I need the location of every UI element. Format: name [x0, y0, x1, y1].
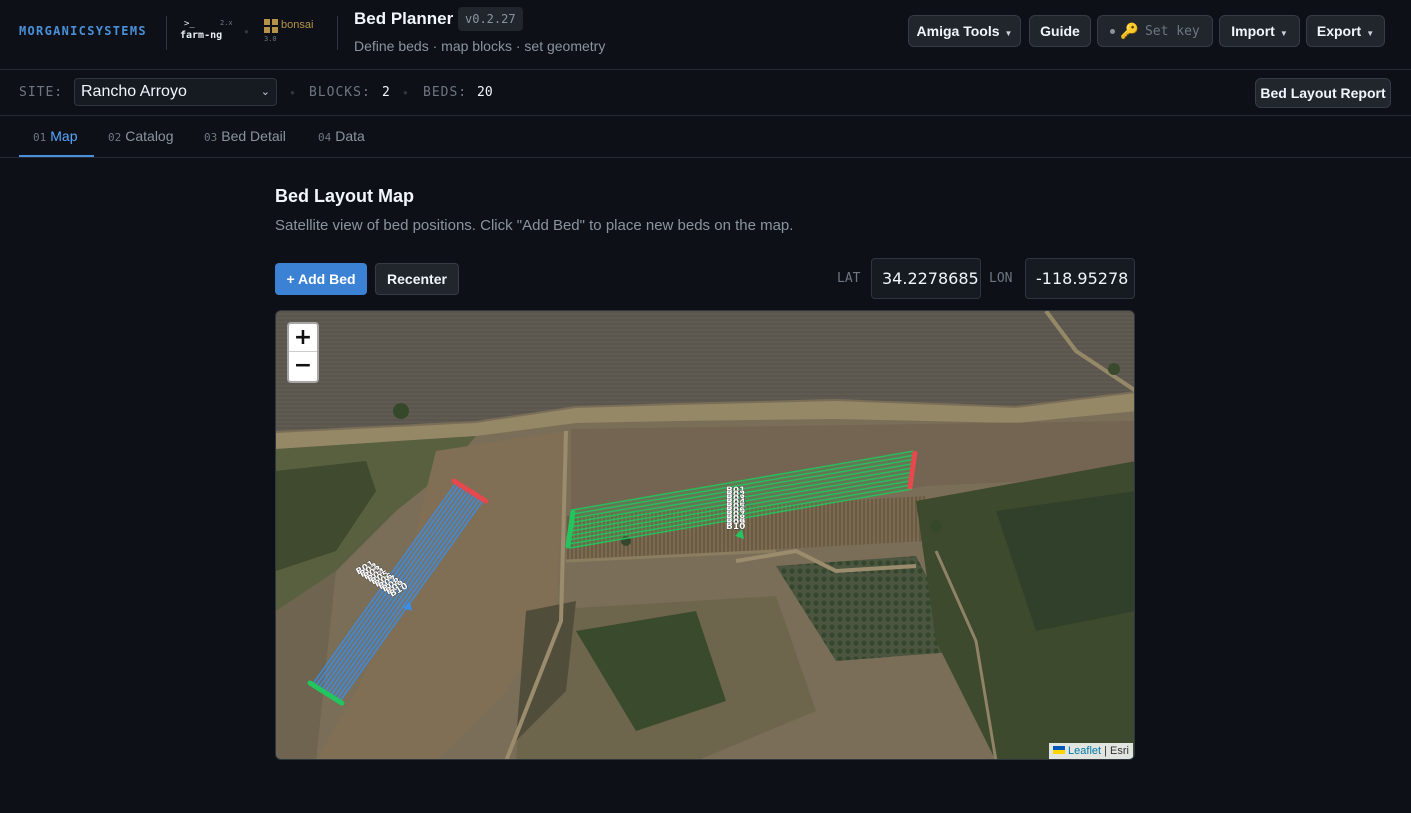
tab-bar: 01 Map 02 Catalog 03 Bed Detail 04 Data: [0, 116, 1411, 158]
site-label: SITE:: [19, 85, 64, 100]
tab-label: Bed Detail: [221, 128, 286, 144]
tab-number: 02: [108, 131, 122, 144]
beds-label: BEDS:: [423, 85, 468, 100]
section-title: Bed Layout Map: [275, 186, 415, 206]
terminal-icon: >_: [184, 19, 195, 29]
leaflet-link[interactable]: Leaflet: [1068, 745, 1101, 757]
recenter-button[interactable]: Recenter: [375, 263, 459, 295]
lon-input[interactable]: -118.95278: [1025, 258, 1135, 299]
tab-number: 04: [318, 131, 332, 144]
caret-down-icon: ▼: [1004, 29, 1013, 38]
key-icon: 🔑: [1120, 22, 1139, 40]
blocks-label: BLOCKS:: [309, 85, 371, 100]
bonsai-logo: bonsai 3.0: [264, 18, 324, 44]
add-bed-button[interactable]: + Add Bed: [275, 263, 367, 295]
site-select-value: Rancho Arroyo: [81, 83, 187, 100]
caret-down-icon: ▼: [1366, 29, 1375, 38]
site-bar: SITE: Rancho Arroyo ⌄ ● BLOCKS: 2 ● BEDS…: [0, 70, 1411, 116]
tab-bed-detail[interactable]: 03 Bed Detail: [204, 116, 286, 157]
brand-logo: MORGANICSYSTEMS: [19, 24, 147, 38]
zoom-out-button[interactable]: −: [289, 352, 317, 380]
farmng-name: farm-ng: [180, 30, 223, 41]
beds-count: 20: [477, 85, 493, 100]
divider-dot: ●: [403, 88, 408, 97]
bonsai-name: bonsai: [281, 19, 314, 31]
set-key-button[interactable]: 🔑 Set key: [1097, 15, 1213, 47]
bonsai-grid-icon: [264, 19, 278, 33]
bed-line: [333, 495, 479, 699]
zoom-control: + −: [287, 322, 319, 383]
guide-button[interactable]: Guide: [1029, 15, 1091, 47]
divider-dot: ●: [290, 88, 295, 97]
import-button[interactable]: Import ▼: [1219, 15, 1300, 47]
section-description: Satellite view of bed positions. Click "…: [275, 217, 794, 234]
bed-line: [339, 498, 485, 702]
tab-number: 01: [33, 131, 47, 144]
zoom-in-button[interactable]: +: [289, 324, 317, 352]
bed-line: [336, 496, 482, 700]
blocks-count: 2: [382, 85, 390, 100]
bed-label: B10: [726, 522, 745, 532]
tab-number: 03: [204, 131, 218, 144]
version-badge: v0.2.27: [458, 7, 523, 31]
attribution-source: Esri: [1110, 745, 1129, 757]
farmng-logo: >_ 2.x farm-ng: [180, 18, 236, 44]
import-label: Import: [1231, 23, 1275, 39]
satellite-map[interactable]: B01 B02 B03 B04 B05 B06 B07 B08 B09 B10 B01 B02 B03 B…: [275, 310, 1135, 760]
tab-map[interactable]: 01 Map: [19, 116, 94, 157]
app-subtitle: Define beds · map blocks · set geometry: [354, 38, 606, 54]
set-key-label: Set key: [1144, 23, 1200, 39]
tab-label: Catalog: [125, 128, 174, 144]
lon-label: LON: [989, 271, 1013, 286]
tab-catalog[interactable]: 02 Catalog: [108, 116, 174, 157]
caret-down-icon: ▼: [1279, 29, 1288, 38]
export-label: Export: [1316, 23, 1362, 39]
lat-label: LAT: [837, 271, 861, 286]
site-select[interactable]: Rancho Arroyo ⌄: [74, 78, 277, 106]
attribution-separator: |: [1101, 745, 1111, 757]
chevron-down-icon: ⌄: [260, 86, 270, 98]
divider: [337, 16, 338, 50]
guide-label: Guide: [1040, 23, 1080, 39]
status-dot-icon: [1110, 28, 1116, 34]
tab-data[interactable]: 04 Data: [318, 116, 365, 157]
tab-label: Data: [335, 128, 365, 144]
amiga-tools-label: Amiga Tools: [916, 23, 1000, 39]
bed-line: [330, 493, 476, 697]
divider: [166, 16, 167, 50]
top-header: MORGANICSYSTEMS >_ 2.x farm-ng ● bonsai …: [0, 0, 1411, 70]
ukraine-flag-icon: [1053, 746, 1066, 754]
farmng-version: 2.x: [220, 19, 233, 27]
map-attribution: Leaflet | Esri: [1049, 743, 1133, 759]
divider-dot: ●: [244, 27, 249, 36]
export-button[interactable]: Export ▼: [1306, 15, 1385, 47]
bed-layout-report-button[interactable]: Bed Layout Report: [1255, 78, 1391, 108]
lat-input[interactable]: 34.2278685: [871, 258, 981, 299]
bed-overlay: B01B02B03B04B05B06B07B08B09B10B01B02B03B…: [307, 450, 918, 706]
tab-label: Map: [50, 128, 78, 144]
amiga-tools-button[interactable]: Amiga Tools ▼: [908, 15, 1021, 47]
bonsai-version: 3.0: [264, 35, 277, 43]
app-title: Bed Planner: [354, 9, 454, 28]
